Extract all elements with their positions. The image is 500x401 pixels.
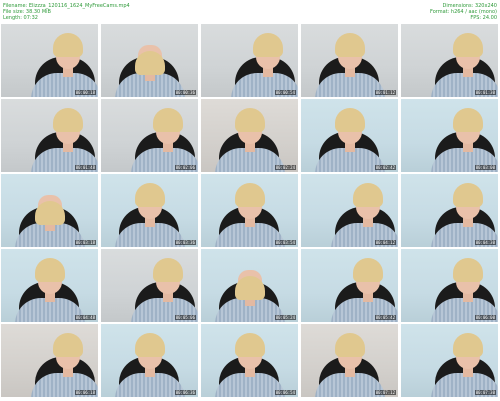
thumbnail: 00:03:00: [401, 99, 498, 172]
timestamp: 00:00:54: [274, 90, 296, 95]
timestamp: 00:01:12: [374, 90, 396, 95]
thumbnail: 00:01:48: [1, 99, 98, 172]
timestamp: 00:01:48: [74, 165, 96, 170]
thumbnail: 00:07:30: [401, 324, 498, 397]
timestamp: 00:04:48: [74, 315, 96, 320]
timestamp: 00:06:00: [474, 315, 496, 320]
timestamp: 00:05:42: [374, 315, 396, 320]
thumbnail: 00:06:00: [401, 249, 498, 322]
thumbnail: 00:01:30: [401, 24, 498, 97]
timestamp: 00:05:24: [274, 315, 296, 320]
timestamp: 00:06:54: [274, 390, 296, 395]
timestamp: 00:05:06: [174, 315, 196, 320]
fps-text: FPS: 24.00: [470, 15, 497, 21]
thumbnail: 00:06:54: [201, 324, 298, 397]
thumbnail: 00:02:42: [301, 99, 398, 172]
timestamp: 00:06:36: [174, 390, 196, 395]
timestamp: 00:04:30: [474, 240, 496, 245]
timestamp: 00:03:36: [174, 240, 196, 245]
thumbnail: 00:07:12: [301, 324, 398, 397]
thumbnail: 00:04:12: [301, 174, 398, 247]
thumbnail-grid: 00:00:18 00:00:36 00:00:54 00:01:12 00:0…: [1, 24, 499, 399]
thumbnail: 00:04:30: [401, 174, 498, 247]
thumbnail: 00:02:06: [101, 99, 198, 172]
timestamp: 00:02:24: [274, 165, 296, 170]
file-info: Filename: Elizzza_120116_1624_MyFreeCams…: [3, 3, 130, 21]
thumbnail: 00:00:54: [201, 24, 298, 97]
timestamp: 00:07:12: [374, 390, 396, 395]
thumbnail: 00:06:36: [101, 324, 198, 397]
thumbnail: 00:01:12: [301, 24, 398, 97]
info-header: Filename: Elizzza_120116_1624_MyFreeCams…: [0, 0, 500, 22]
thumbnail: 00:05:24: [201, 249, 298, 322]
thumbnail: 00:03:36: [101, 174, 198, 247]
thumbnail: 00:03:18: [1, 174, 98, 247]
thumbnail: 00:02:24: [201, 99, 298, 172]
length-text: Length: 07:32: [3, 15, 38, 21]
timestamp: 00:03:18: [74, 240, 96, 245]
thumbnail: 00:03:54: [201, 174, 298, 247]
thumbnail: 00:00:18: [1, 24, 98, 97]
timestamp: 00:03:00: [474, 165, 496, 170]
thumbnail: 00:00:36: [101, 24, 198, 97]
timestamp: 00:01:30: [474, 90, 496, 95]
thumbnail: 00:05:42: [301, 249, 398, 322]
thumbnail: 00:05:06: [101, 249, 198, 322]
timestamp: 00:02:06: [174, 165, 196, 170]
timestamp: 00:02:42: [374, 165, 396, 170]
timestamp: 00:07:30: [474, 390, 496, 395]
timestamp: 00:03:54: [274, 240, 296, 245]
thumbnail: 00:04:48: [1, 249, 98, 322]
timestamp: 00:00:36: [174, 90, 196, 95]
timestamp: 00:04:12: [374, 240, 396, 245]
timestamp: 00:00:18: [74, 90, 96, 95]
timestamp: 00:06:18: [74, 390, 96, 395]
thumbnail: 00:06:18: [1, 324, 98, 397]
video-info: Dimensions: 320x240 Format: h264 / aac (…: [430, 3, 497, 21]
